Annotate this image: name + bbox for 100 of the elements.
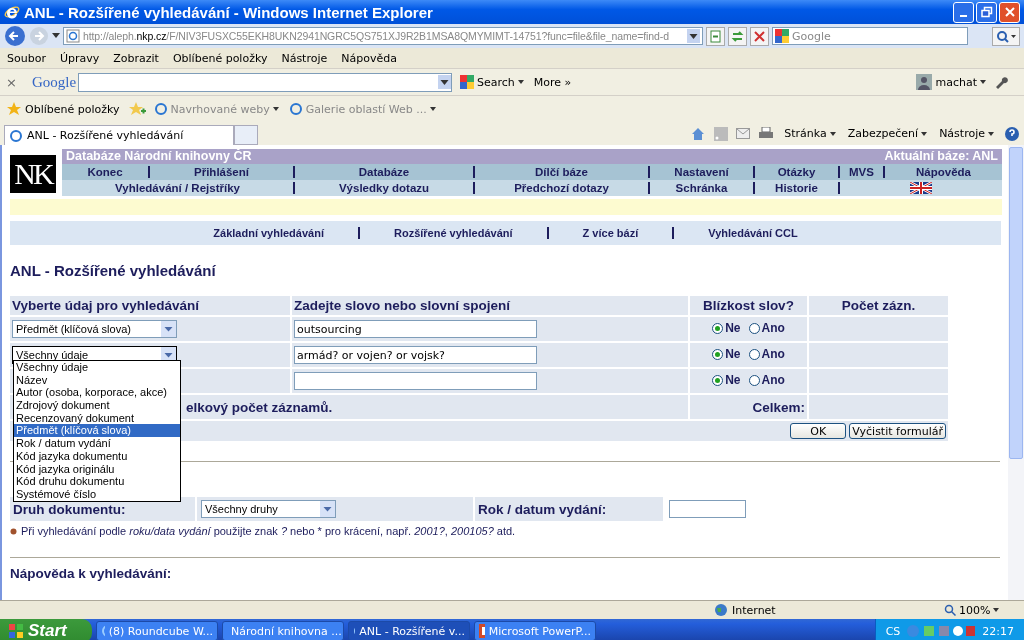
page-icon [66,29,80,43]
command-menu-button[interactable]: Stránka [782,127,838,140]
refresh-icon[interactable] [728,26,747,46]
dropdown-option[interactable]: Předmět (klíčová slova) [14,424,180,438]
bullet-icon [10,527,17,535]
dropdown-option[interactable]: Kód jazyka dokumentu [14,449,180,463]
dropdown-option[interactable]: Název [14,373,180,387]
minimize-button[interactable] [953,1,974,23]
zoom-button[interactable]: 100% [944,603,1014,617]
column-header: Vyberte údaj pro vyhledávání [10,296,290,315]
dropdown-option[interactable]: Kód jazyka originálu [14,462,180,476]
form-button[interactable]: Vyčistit formulář [849,423,946,439]
stop-icon[interactable] [750,26,769,46]
proximity-radio[interactable]: Ne [712,321,741,336]
field-dropdown[interactable]: Předmět (klíčová slova) [12,320,177,338]
browser-tab[interactable]: ANL - Rozšířené vyhledávání [4,125,234,145]
caret-icon [517,80,524,84]
dropdown-option[interactable]: Rok / datum vydání [14,437,180,450]
nav-link[interactable]: Dílčí báze [473,166,648,178]
help-icon[interactable] [1004,125,1020,142]
proximity-radio[interactable]: Ano [748,321,785,336]
nav-link[interactable]: Výsledky dotazu [293,182,473,194]
flag-icon[interactable] [910,182,932,194]
user-menu-button[interactable]: machat [914,74,988,90]
google-icon [460,75,474,89]
nav-link[interactable]: Vyhledávání / Rejstříky [62,182,293,194]
add-favorite-icon[interactable] [127,101,146,117]
column-header: Počet zázn. [809,296,948,315]
compatibility-icon[interactable] [706,26,725,46]
taskbar-button[interactable]: ANL - Rozšířené v... [348,621,470,640]
menu-item[interactable]: Nástroje [281,51,328,65]
start-button[interactable]: Start [0,619,92,640]
nav-link[interactable]: Předchozí dotazy [473,182,648,194]
form-button[interactable]: OK [790,423,847,439]
menu-item[interactable]: Nápověda [341,51,397,65]
command-menu-button[interactable]: Nástroje [937,127,996,140]
close-icon [1003,6,1016,18]
search-term-field[interactable] [294,372,537,390]
column-header: Zadejte slovo nebo slovní spojení [292,296,688,315]
favorites-button[interactable]: Oblíbené položky [4,101,122,117]
dropdown-option[interactable]: Všechny údaje [14,361,180,374]
nav-link[interactable]: Konec [62,166,148,178]
menu-item[interactable]: Úpravy [59,51,100,65]
mail-icon[interactable] [736,127,751,140]
caret-icon [829,131,836,136]
print-icon[interactable] [758,126,775,141]
nav-link[interactable]: Nápověda [883,166,1002,178]
search-type-link[interactable]: Základní vyhledávání [179,227,358,239]
home-icon[interactable] [690,125,707,142]
command-menu-button[interactable]: Zabezpečení [845,127,930,140]
address-field[interactable]: http://aleph.nkp.cz/F/NIV3FUSXC55EKH8UKN2941NGRC5QS751XJ9R2B1MSA8QMYMIMT-14751?func=file&file_name=find-d [63,27,703,45]
current-base-label: Aktuální báze: ANL [884,149,998,164]
taskbar-button[interactable]: Microsoft PowerP... [474,621,596,640]
close-toolbar-button[interactable]: × [6,74,18,90]
restore-button[interactable] [976,1,997,23]
caret-icon[interactable] [52,33,60,39]
nav-link[interactable]: Schránka [648,182,753,194]
nav-link[interactable]: Historie [753,182,838,194]
tray-icons[interactable] [906,624,977,638]
close-button[interactable] [999,1,1020,23]
dropdown-option[interactable]: Zdrojový dokument [14,399,180,412]
search-type-link[interactable]: Z více bází [546,227,673,239]
dropdown-option[interactable]: Recenzovaný dokument [14,411,180,425]
taskbar-button[interactable]: Národní knihovna ... [222,621,344,640]
proximity-radio[interactable]: Ne [712,347,741,362]
restore-icon [980,6,993,18]
search-field[interactable]: Google [772,27,968,45]
toolbar-search-field[interactable] [78,72,452,92]
search-term-field[interactable]: outsourcing [294,320,537,338]
menu-item[interactable]: Zobrazit [113,51,159,65]
doc-type-dropdown[interactable]: Všechny druhy [201,500,336,518]
nav-link[interactable]: Přihlášení [148,166,293,178]
search-type-link[interactable]: Vyhledávání CCL [672,227,832,239]
caret-icon [429,107,436,111]
dropdown-option[interactable]: Autor (osoba, korporace, akce) [14,386,180,400]
nav-link[interactable]: MVS [838,166,883,178]
menu-item[interactable]: Soubor [7,51,46,65]
nav-link[interactable]: Otázky [753,166,838,178]
more-button[interactable]: More » [531,75,574,89]
user-avatar-icon [916,74,933,90]
proximity-radio[interactable]: Ne [712,373,741,388]
doc-type-label: Druh dokumentu: [13,501,126,517]
taskbar-button[interactable]: (8) Roundcube W... [96,621,218,640]
scrollbar-thumb[interactable] [1009,147,1023,459]
nav-link[interactable]: Nastavení [648,166,753,178]
scrollbar[interactable] [1008,145,1024,600]
nav-link[interactable]: Databáze [293,166,473,178]
proximity-radio[interactable]: Ano [748,373,785,388]
search-icon[interactable] [992,26,1020,46]
dropdown-option[interactable]: Systémové číslo [14,487,180,501]
year-field[interactable] [669,500,746,518]
back-button-icon[interactable] [4,25,26,47]
search-type-link[interactable]: Rozšířené vyhledávání [357,227,547,239]
menu-item[interactable]: Oblíbené položky [172,51,268,65]
proximity-radio[interactable]: Ano [748,347,785,362]
dropdown-option[interactable]: Kód druhu dokumentu [14,475,180,488]
caret-icon [921,131,928,136]
search-button[interactable]: Search [458,75,526,89]
search-term-field[interactable]: armád? or vojen? or vojsk? [294,346,537,364]
wrench-icon[interactable] [994,75,1008,89]
